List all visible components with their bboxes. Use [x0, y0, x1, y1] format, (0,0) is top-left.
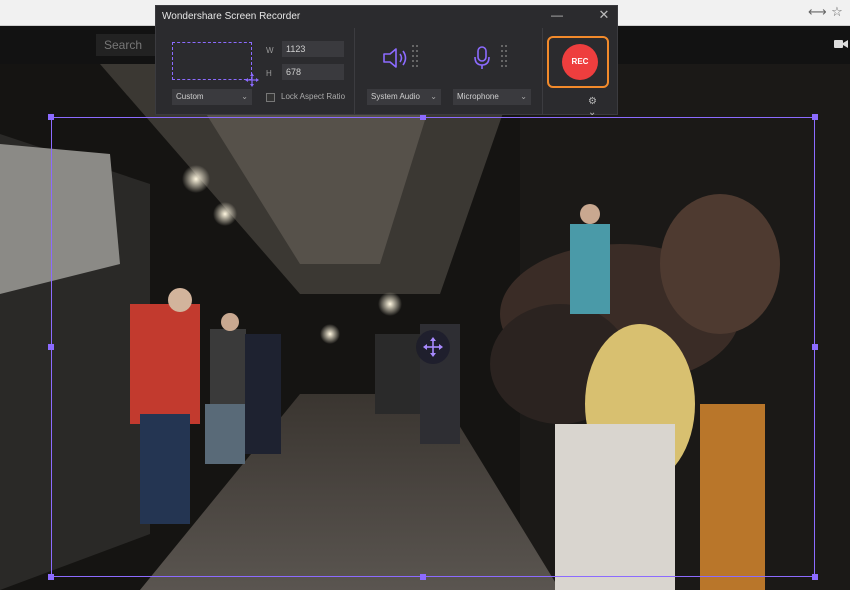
- microphone-value: Microphone: [457, 92, 499, 101]
- resize-handle-top-right[interactable]: [812, 114, 818, 120]
- chevron-down-icon: ⌄: [430, 92, 437, 101]
- close-icon[interactable]: ✕: [597, 8, 611, 22]
- star-icon[interactable]: ☆: [830, 5, 844, 19]
- chevron-down-icon: ⌄: [520, 92, 527, 101]
- divider: [354, 28, 355, 114]
- region-mode-dropdown[interactable]: Custom ⌄: [172, 89, 252, 105]
- record-button-frame[interactable]: REC: [547, 36, 609, 88]
- divider: [542, 28, 543, 114]
- chevron-down-icon: ⌄: [241, 92, 248, 101]
- width-field[interactable]: 1123: [282, 41, 344, 57]
- translate-icon[interactable]: ⟷: [808, 5, 827, 19]
- resize-handle-left[interactable]: [48, 344, 54, 350]
- move-icon: [245, 73, 259, 87]
- system-audio-dropdown[interactable]: System Audio ⌄: [367, 89, 441, 105]
- height-field[interactable]: 678: [282, 64, 344, 80]
- microphone-icon[interactable]: [474, 46, 490, 70]
- resize-handle-bottom-left[interactable]: [48, 574, 54, 580]
- system-audio-value: System Audio: [371, 92, 420, 101]
- width-label: W: [266, 46, 274, 55]
- minimize-icon[interactable]: —: [550, 8, 564, 22]
- video-camera-icon[interactable]: [834, 38, 848, 50]
- microphone-level-icon: [501, 45, 507, 69]
- settings-gear-icon[interactable]: ⚙ ⌄: [588, 96, 608, 118]
- system-audio-level-icon: [412, 45, 418, 69]
- resize-handle-right[interactable]: [812, 344, 818, 350]
- move-icon: [423, 337, 443, 357]
- recorder-panel: Wondershare Screen Recorder — ✕ Custom ⌄…: [155, 5, 618, 118]
- resize-handle-bottom-right[interactable]: [812, 574, 818, 580]
- record-button[interactable]: REC: [562, 44, 598, 80]
- resize-handle-top-left[interactable]: [48, 114, 54, 120]
- region-preview[interactable]: [172, 42, 259, 87]
- speaker-icon[interactable]: [382, 46, 408, 70]
- height-label: H: [266, 69, 272, 78]
- microphone-dropdown[interactable]: Microphone ⌄: [453, 89, 531, 105]
- lock-aspect-label: Lock Aspect Ratio: [281, 92, 346, 101]
- recorder-title: Wondershare Screen Recorder: [162, 11, 301, 22]
- region-mode-value: Custom: [176, 92, 204, 101]
- lock-aspect-checkbox[interactable]: [266, 93, 275, 102]
- site-search-input[interactable]: Search: [96, 34, 158, 56]
- move-region-handle[interactable]: [416, 330, 450, 364]
- resize-handle-bottom[interactable]: [420, 574, 426, 580]
